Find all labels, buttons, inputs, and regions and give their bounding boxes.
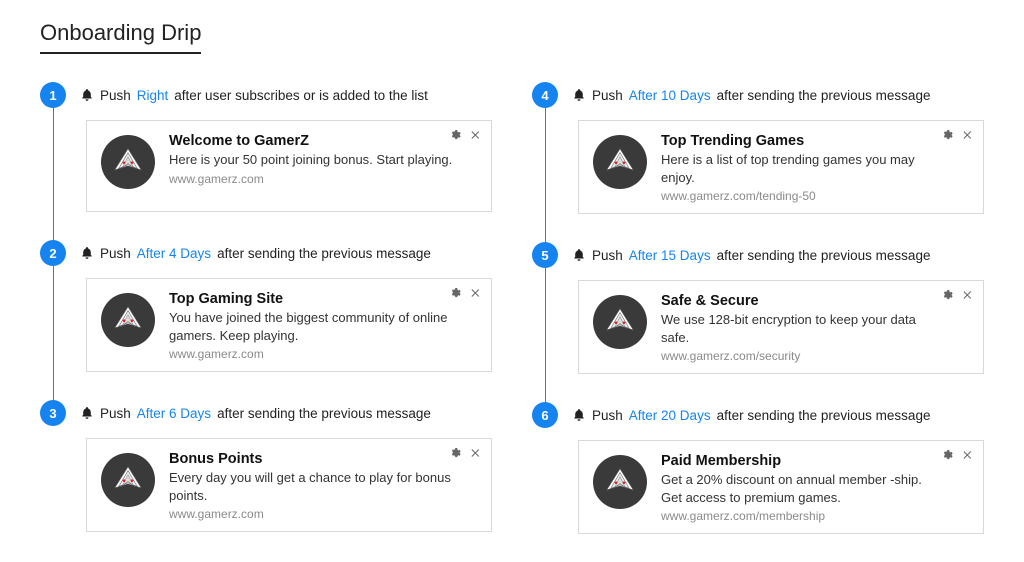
trigger-line: Push Right after user subscribes or is a… xyxy=(80,82,492,108)
push-label: Push xyxy=(592,408,623,423)
close-icon[interactable] xyxy=(469,447,481,459)
push-label: Push xyxy=(100,246,131,261)
trigger-suffix: after sending the previous message xyxy=(717,408,931,423)
card-url: www.gamerz.com/membership xyxy=(661,509,945,523)
message-card[interactable]: Welcome to GamerZ Here is your 50 point … xyxy=(86,120,492,212)
step-number: 1 xyxy=(40,82,66,108)
card-url: www.gamerz.com/tending-50 xyxy=(661,189,945,203)
gear-icon[interactable] xyxy=(941,129,953,141)
card-title: Top Gaming Site xyxy=(169,291,453,307)
message-card[interactable]: Safe & Secure We use 128-bit encryption … xyxy=(578,280,984,374)
gear-icon[interactable] xyxy=(941,289,953,301)
trigger-line: Push After 4 Days after sending the prev… xyxy=(80,240,492,266)
brand-avatar xyxy=(101,135,155,189)
step-number: 4 xyxy=(532,82,558,108)
card-title: Safe & Secure xyxy=(661,293,945,309)
push-label: Push xyxy=(100,88,131,103)
trigger-suffix: after sending the previous message xyxy=(217,406,431,421)
bell-icon xyxy=(80,406,94,420)
push-label: Push xyxy=(100,406,131,421)
trigger-line: Push After 20 Days after sending the pre… xyxy=(572,402,984,428)
bell-icon xyxy=(572,88,586,102)
card-title: Paid Membership xyxy=(661,453,945,469)
timing-accent: After 10 Days xyxy=(629,88,711,103)
step-number: 5 xyxy=(532,242,558,268)
bell-icon xyxy=(572,408,586,422)
timing-accent: Right xyxy=(137,88,169,103)
trigger-suffix: after sending the previous message xyxy=(717,248,931,263)
card-title: Welcome to GamerZ xyxy=(169,133,453,149)
bell-icon xyxy=(80,246,94,260)
drip-step: 5 Push After 15 Days after sending the p… xyxy=(532,242,984,402)
close-icon[interactable] xyxy=(469,287,481,299)
close-icon[interactable] xyxy=(961,289,973,301)
drip-step: 1 Push Right after user subscribes or is… xyxy=(40,82,492,240)
gear-icon[interactable] xyxy=(941,449,953,461)
step-number: 2 xyxy=(40,240,66,266)
card-title: Bonus Points xyxy=(169,451,453,467)
brand-avatar xyxy=(593,135,647,189)
brand-avatar xyxy=(101,293,155,347)
card-description: Get a 20% discount on annual member -shi… xyxy=(661,471,945,506)
gear-icon[interactable] xyxy=(449,287,461,299)
bell-icon xyxy=(80,88,94,102)
steps-columns: 1 Push Right after user subscribes or is… xyxy=(40,82,984,562)
drip-step: 6 Push After 20 Days after sending the p… xyxy=(532,402,984,562)
card-url: www.gamerz.com xyxy=(169,172,453,186)
card-description: Every day you will get a chance to play … xyxy=(169,469,453,504)
card-url: www.gamerz.com xyxy=(169,347,453,361)
close-icon[interactable] xyxy=(961,449,973,461)
step-number: 3 xyxy=(40,400,66,426)
close-icon[interactable] xyxy=(961,129,973,141)
timing-accent: After 15 Days xyxy=(629,248,711,263)
card-description: Here is your 50 point joining bonus. Sta… xyxy=(169,151,453,169)
message-card[interactable]: Top Gaming Site You have joined the bigg… xyxy=(86,278,492,372)
trigger-suffix: after user subscribes or is added to the… xyxy=(174,88,428,103)
brand-avatar xyxy=(593,295,647,349)
drip-step: 2 Push After 4 Days after sending the pr… xyxy=(40,240,492,400)
card-description: Here is a list of top trending games you… xyxy=(661,151,945,186)
timing-accent: After 4 Days xyxy=(137,246,211,261)
bell-icon xyxy=(572,248,586,262)
trigger-line: Push After 10 Days after sending the pre… xyxy=(572,82,984,108)
gear-icon[interactable] xyxy=(449,129,461,141)
step-number: 6 xyxy=(532,402,558,428)
card-url: www.gamerz.com xyxy=(169,507,453,521)
gear-icon[interactable] xyxy=(449,447,461,459)
trigger-line: Push After 15 Days after sending the pre… xyxy=(572,242,984,268)
card-description: You have joined the biggest community of… xyxy=(169,309,453,344)
brand-avatar xyxy=(593,455,647,509)
page-title: Onboarding Drip xyxy=(40,20,201,54)
message-card[interactable]: Bonus Points Every day you will get a ch… xyxy=(86,438,492,532)
brand-avatar xyxy=(101,453,155,507)
message-card[interactable]: Top Trending Games Here is a list of top… xyxy=(578,120,984,214)
card-title: Top Trending Games xyxy=(661,133,945,149)
close-icon[interactable] xyxy=(469,129,481,141)
push-label: Push xyxy=(592,88,623,103)
trigger-line: Push After 6 Days after sending the prev… xyxy=(80,400,492,426)
trigger-suffix: after sending the previous message xyxy=(217,246,431,261)
trigger-suffix: after sending the previous message xyxy=(717,88,931,103)
message-card[interactable]: Paid Membership Get a 20% discount on an… xyxy=(578,440,984,534)
push-label: Push xyxy=(592,248,623,263)
drip-step: 3 Push After 6 Days after sending the pr… xyxy=(40,400,492,560)
drip-step: 4 Push After 10 Days after sending the p… xyxy=(532,82,984,242)
card-url: www.gamerz.com/security xyxy=(661,349,945,363)
timing-accent: After 20 Days xyxy=(629,408,711,423)
card-description: We use 128-bit encryption to keep your d… xyxy=(661,311,945,346)
timing-accent: After 6 Days xyxy=(137,406,211,421)
